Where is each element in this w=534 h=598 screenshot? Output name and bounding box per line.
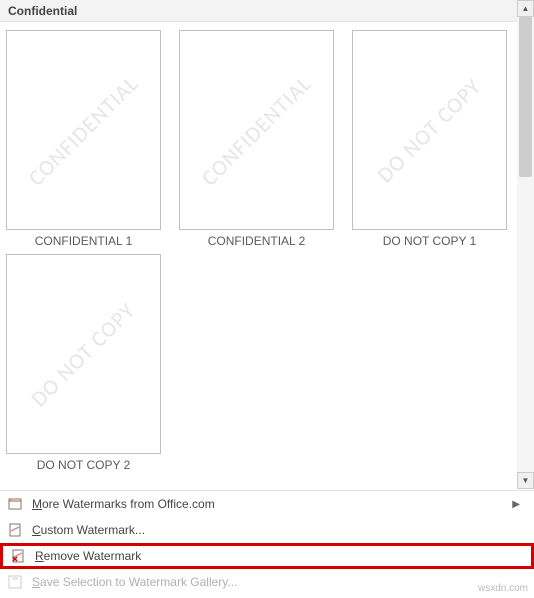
save-gallery-icon — [6, 573, 24, 591]
menu-item-more-watermarks[interactable]: More Watermarks from Office.com ▶ — [0, 491, 534, 517]
watermark-thumbnail: DO NOT COPY — [6, 254, 161, 454]
chevron-right-icon: ▶ — [512, 499, 520, 510]
watermark-item-do-not-copy-1[interactable]: DO NOT COPY DO NOT COPY 1 — [352, 30, 507, 248]
watermark-thumbnail: DO NOT COPY — [352, 30, 507, 230]
globe-icon — [6, 495, 24, 513]
watermark-preview-text: CONFIDENTIAL — [196, 69, 317, 190]
menu-item-remove-watermark[interactable]: Remove Watermark — [0, 543, 534, 569]
page-icon — [6, 521, 24, 539]
attribution-text: wsxdn.com — [478, 583, 528, 594]
menu-item-save-selection: Save Selection to Watermark Gallery... — [0, 569, 534, 595]
scroll-up-button[interactable]: ▲ — [517, 0, 534, 17]
watermark-gallery: ▲ ▼ Confidential CONFIDENTIAL CONFIDENTI… — [0, 0, 534, 490]
gallery-row: CONFIDENTIAL CONFIDENTIAL 1 CONFIDENTIAL… — [6, 30, 511, 248]
watermark-item-do-not-copy-2[interactable]: DO NOT COPY DO NOT COPY 2 — [6, 254, 161, 472]
page-remove-icon — [9, 547, 27, 565]
menu-item-custom-watermark[interactable]: Custom Watermark... — [0, 517, 534, 543]
gallery-menu: More Watermarks from Office.com ▶ Custom… — [0, 490, 534, 595]
watermark-item-confidential-2[interactable]: CONFIDENTIAL CONFIDENTIAL 2 — [179, 30, 334, 248]
watermark-item-confidential-1[interactable]: CONFIDENTIAL CONFIDENTIAL 1 — [6, 30, 161, 248]
gallery-section-title: Confidential — [8, 4, 77, 18]
watermark-caption: DO NOT COPY 2 — [37, 458, 131, 472]
gallery-grid: CONFIDENTIAL CONFIDENTIAL 1 CONFIDENTIAL… — [0, 22, 517, 486]
menu-label: More Watermarks from Office.com — [32, 497, 512, 511]
watermark-thumbnail: CONFIDENTIAL — [6, 30, 161, 230]
gallery-section-header: Confidential — [0, 0, 517, 22]
menu-label: Custom Watermark... — [32, 523, 528, 537]
scrollbar-thumb[interactable] — [519, 17, 532, 177]
scrollbar-track[interactable] — [517, 17, 534, 472]
watermark-thumbnail: CONFIDENTIAL — [179, 30, 334, 230]
menu-label: Save Selection to Watermark Gallery... — [32, 575, 528, 589]
watermark-caption: CONFIDENTIAL 1 — [35, 234, 133, 248]
watermark-caption: CONFIDENTIAL 2 — [208, 234, 306, 248]
watermark-preview-text: DO NOT COPY — [26, 296, 141, 411]
watermark-caption: DO NOT COPY 1 — [383, 234, 477, 248]
gallery-row: DO NOT COPY DO NOT COPY 2 — [6, 254, 511, 472]
scroll-down-button[interactable]: ▼ — [517, 472, 534, 489]
watermark-preview-text: CONFIDENTIAL — [23, 69, 144, 190]
watermark-preview-text: DO NOT COPY — [372, 72, 487, 187]
menu-label: Remove Watermark — [35, 549, 525, 563]
